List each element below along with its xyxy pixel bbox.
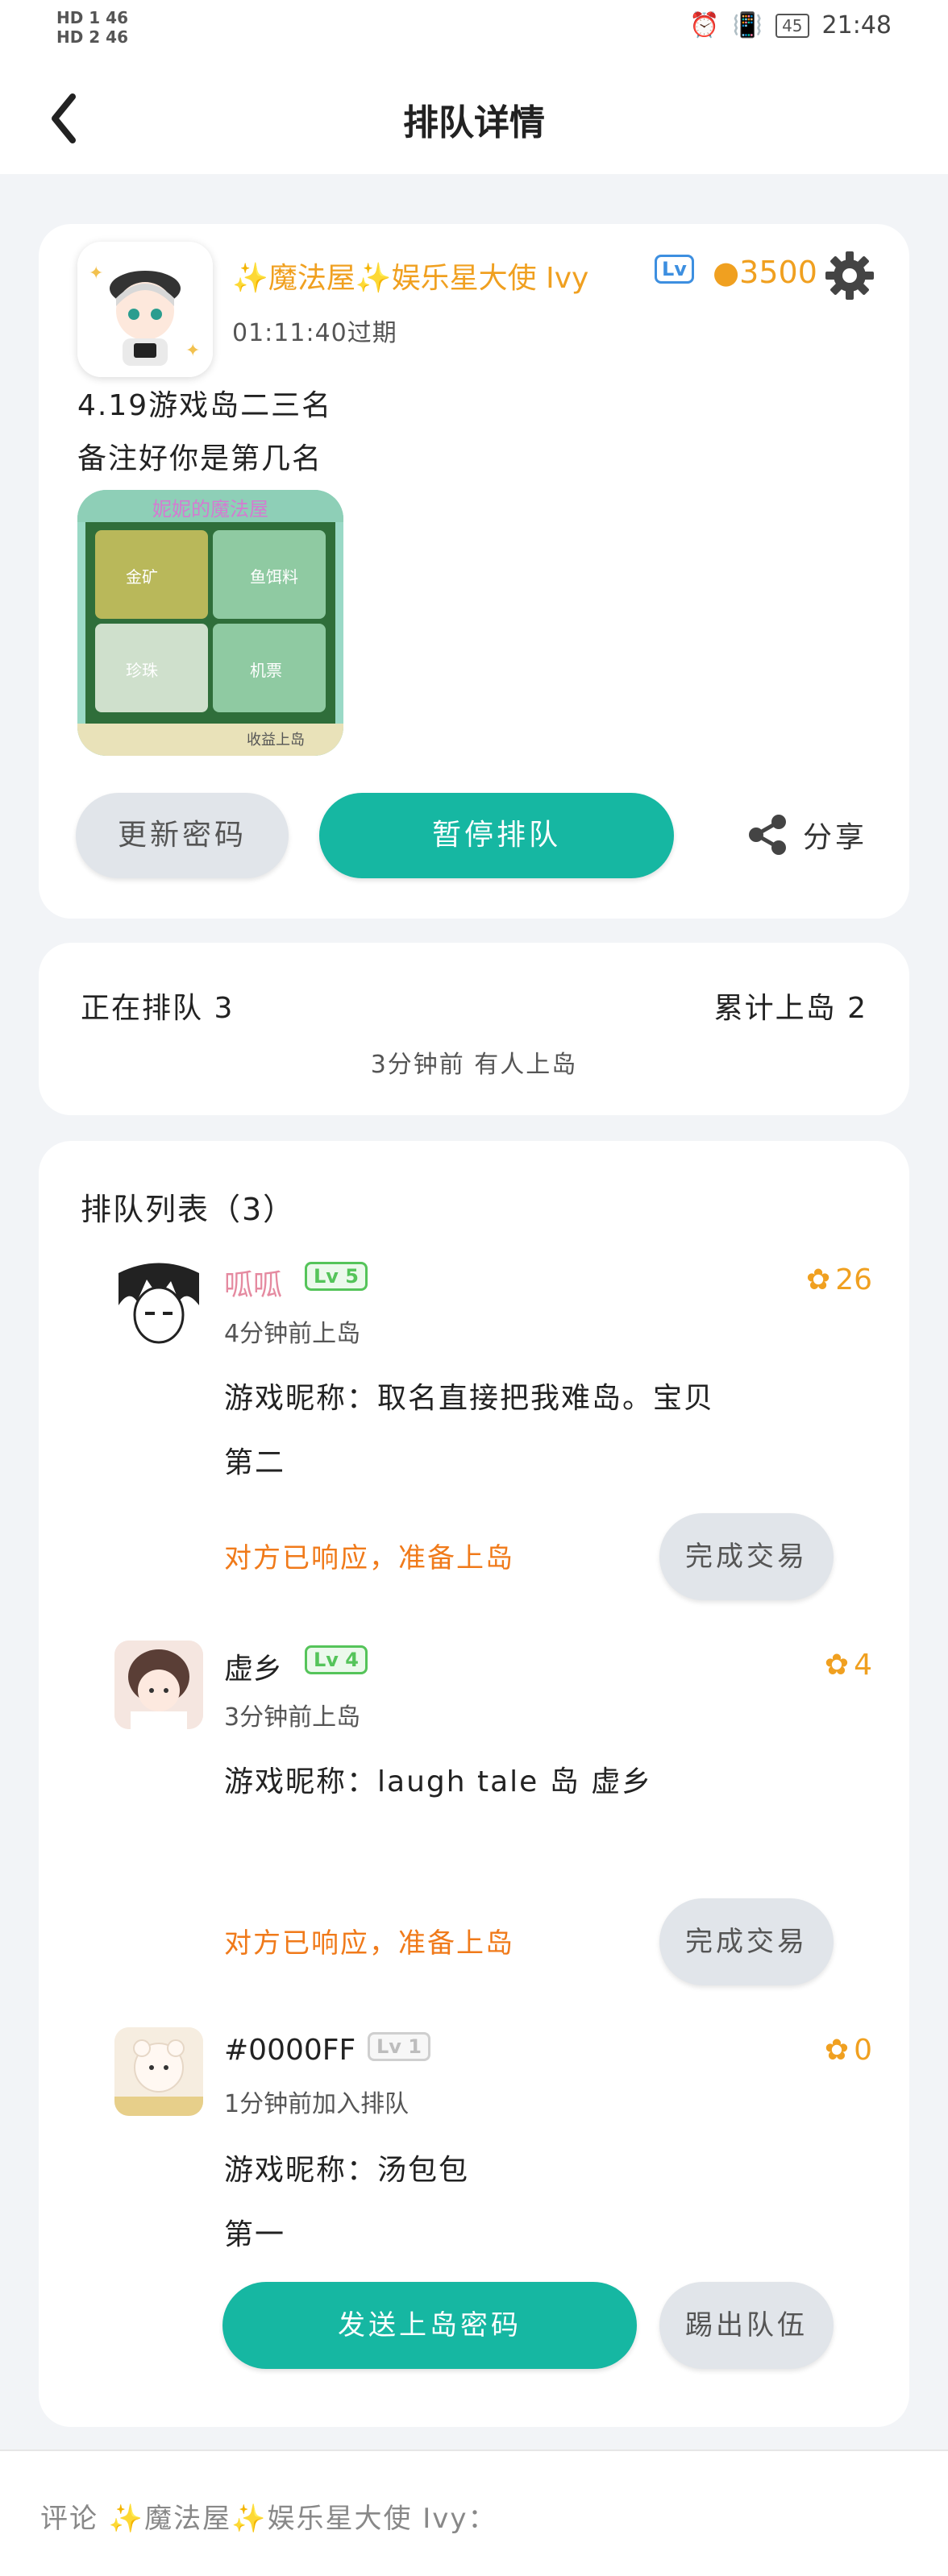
pause-queue-button[interactable]: 暂停排队 (319, 793, 674, 878)
map-footer: 收益上岛 (247, 732, 305, 749)
battery-icon: 45 (775, 13, 809, 38)
recent-activity: 3分钟前 有人上岛 (370, 1051, 578, 1079)
host-level-badge: Lv (655, 255, 694, 284)
queue-status: 对方已响应，准备上岛 (224, 1927, 514, 1960)
game-nickname: 游戏昵称：取名直接把我难岛。宝贝 (224, 1382, 715, 1415)
expire-time: 01:11:40过期 (232, 319, 397, 347)
queue-user-name: 呱呱 (224, 1269, 283, 1302)
comment-input[interactable]: 评论 ✨魔法屋✨娱乐星大使 Ivy： (40, 2496, 497, 2536)
update-password-button[interactable]: 更新密码 (76, 793, 289, 878)
complete-trade-button[interactable]: 完成交易 (659, 1898, 834, 1985)
status-bar: HD 1 46 HD 2 46 ⏰ 📳 45 21:48 (0, 0, 948, 61)
total-count: 累计上岛 2 (713, 992, 867, 1025)
host-score: ●3500 (713, 255, 817, 290)
level-badge: Lv 1 (368, 2032, 430, 2061)
coin-icon: ✿ (824, 2034, 850, 2067)
host-name: ✨魔法屋✨娱乐星大使 Ivy (232, 262, 589, 295)
coin-count: ✿ 4 (824, 1649, 872, 1682)
island-map-image[interactable]: 妮妮的魔法屋 金矿 鱼饵料 珍珠 机票 收益上岛 (77, 490, 343, 756)
send-password-button[interactable]: 发送上岛密码 (222, 2282, 637, 2369)
comment-bar[interactable]: 评论 ✨魔法屋✨娱乐星大使 Ivy： (0, 2449, 948, 2576)
coin-icon: ✿ (806, 1263, 831, 1296)
share-label: 分享 (803, 821, 868, 854)
queue-user-name: #0000FF (224, 2034, 356, 2067)
queue-user-name: 虚乡 (224, 1653, 283, 1686)
game-nickname: 游戏昵称：laugh tale 岛 虚乡 (224, 1765, 653, 1798)
host-card: ✦ ✦ ✨魔法屋✨娱乐星大使 Ivy Lv ●3500 01:11:40过期 4… (39, 224, 909, 919)
avatar[interactable] (114, 1641, 203, 1729)
level-badge: Lv 4 (305, 1645, 368, 1674)
host-avatar[interactable]: ✦ ✦ (77, 242, 213, 377)
queue-time: 4分钟前上岛 (224, 1320, 361, 1348)
kick-out-button[interactable]: 踢出队伍 (659, 2282, 834, 2369)
vibrate-icon: 📳 (732, 11, 763, 39)
avatar[interactable] (114, 1257, 203, 1346)
svg-text:✦: ✦ (185, 341, 200, 361)
signal-indicators: HD 1 46 HD 2 46 (56, 8, 129, 47)
svg-text:✦: ✦ (89, 263, 103, 284)
avatar[interactable] (114, 2027, 203, 2116)
queue-status: 对方已响应，准备上岛 (224, 1542, 514, 1574)
page-title: 排队详情 (403, 102, 545, 143)
map-cell-gold: 金矿 (126, 567, 158, 587)
gear-icon[interactable] (822, 248, 877, 303)
coin-icon: ● (713, 255, 740, 290)
queueing-count: 正在排队 3 (81, 992, 235, 1025)
coin-count: ✿ 0 (824, 2034, 872, 2067)
queue-note: 第二 (224, 1446, 286, 1479)
note-line-1: 4.19游戏岛二三名 (77, 389, 333, 422)
level-badge: Lv 5 (305, 1262, 368, 1291)
queue-note: 第一 (224, 2218, 286, 2251)
stats-card: 正在排队 3 累计上岛 2 3分钟前 有人上岛 (39, 943, 909, 1115)
queue-list-title: 排队列表（3） (81, 1192, 296, 1227)
clock: 21:48 (821, 11, 892, 39)
map-cell-pearl: 珍珠 (126, 661, 158, 680)
queue-time: 1分钟前加入排队 (224, 2090, 410, 2118)
map-title: 妮妮的魔法屋 (152, 498, 268, 521)
share-icon (749, 815, 786, 855)
map-cell-bait: 鱼饵料 (250, 567, 298, 587)
map-cell-ticket: 机票 (250, 661, 282, 680)
status-right: ⏰ 📳 45 21:48 (689, 11, 892, 39)
queue-list-card: 排队列表（3） 呱呱 Lv 5 ✿ 26 4分钟前上岛 游戏昵称：取名直接把我难岛… (39, 1141, 909, 2427)
note-line-2: 备注好你是第几名 (77, 442, 323, 475)
queue-time: 3分钟前上岛 (224, 1703, 361, 1732)
complete-trade-button[interactable]: 完成交易 (659, 1513, 834, 1600)
top-nav: 排队详情 (0, 61, 948, 174)
game-nickname: 游戏昵称：汤包包 (224, 2154, 470, 2187)
coin-icon: ✿ (824, 1649, 850, 1682)
coin-count: ✿ 26 (806, 1263, 872, 1296)
alarm-icon: ⏰ (689, 11, 720, 39)
share-button[interactable]: 分享 (745, 812, 867, 857)
